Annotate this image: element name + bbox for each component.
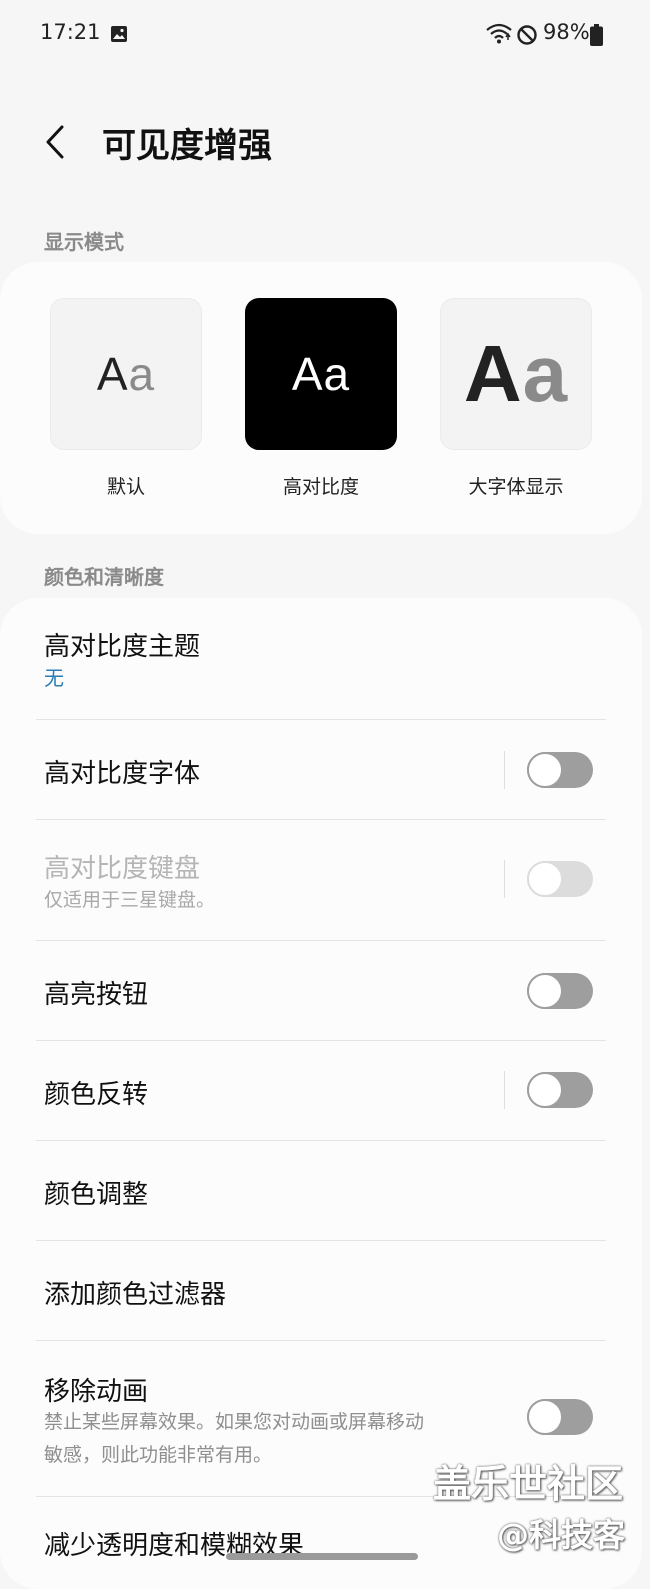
add-color-filter-row[interactable]: 添加颜色过滤器: [0, 1241, 642, 1341]
wifi-icon: [486, 23, 512, 44]
row-subtitle-line1: 禁止某些屏幕效果。如果您对动画或屏幕移动: [44, 1411, 425, 1433]
separator: [504, 751, 505, 789]
toggle-knob: [527, 752, 563, 788]
section-label-color-clarity: 颜色和清晰度: [44, 565, 164, 589]
battery-icon: [590, 24, 603, 46]
row-title: 高对比度字体: [44, 759, 201, 789]
toggle-knob: [527, 1072, 563, 1108]
toggle-knob: [527, 861, 563, 897]
toggle-knob: [527, 1399, 563, 1435]
mode-high-contrast-tile[interactable]: Aa: [245, 298, 397, 450]
watermark-author: @科技客: [497, 1516, 626, 1554]
row-title: 高对比度主题: [44, 632, 201, 662]
highlight-buttons-row[interactable]: 高亮按钮: [0, 941, 642, 1041]
highlight-buttons-toggle[interactable]: [527, 973, 593, 1009]
battery-percentage: 98%: [543, 20, 590, 44]
mode-default-label: 默认: [106, 476, 145, 498]
row-title: 添加颜色过滤器: [44, 1280, 227, 1310]
section-label-display-mode: 显示模式: [44, 230, 124, 254]
high-contrast-keyboard-toggle: [527, 861, 593, 897]
status-bar: 17:21 98%: [0, 0, 650, 70]
large-display-sample-text: Aa: [463, 329, 569, 418]
high-contrast-theme-row[interactable]: 高对比度主题 无: [0, 598, 642, 720]
status-time: 17:21: [40, 20, 101, 44]
high-contrast-sample-text: Aa: [291, 348, 351, 400]
row-title: 高亮按钮: [44, 980, 149, 1010]
mode-large-display-tile[interactable]: Aa: [440, 298, 592, 450]
do-not-disturb-icon: [517, 25, 537, 45]
mode-large-display-label: 大字体显示: [468, 476, 564, 498]
watermark-community: 盖乐世社区: [433, 1462, 624, 1506]
row-subtitle: 仅适用于三星键盘。: [44, 889, 216, 911]
mode-default-tile[interactable]: Aa: [50, 298, 202, 450]
high-contrast-font-toggle[interactable]: [527, 752, 593, 788]
high-contrast-font-row[interactable]: 高对比度字体: [0, 720, 642, 820]
high-contrast-keyboard-row: 高对比度键盘 仅适用于三星键盘。: [0, 820, 642, 941]
mode-high-contrast-label: 高对比度: [282, 476, 359, 498]
color-inversion-toggle[interactable]: [527, 1072, 593, 1108]
toggle-knob: [527, 973, 563, 1009]
default-sample-text: Aa: [96, 348, 156, 400]
color-inversion-row[interactable]: 颜色反转: [0, 1041, 642, 1141]
page-title: 可见度增强: [102, 126, 272, 166]
row-title: 颜色反转: [44, 1080, 149, 1110]
row-title: 颜色调整: [44, 1180, 149, 1210]
color-adjustment-row[interactable]: 颜色调整: [0, 1141, 642, 1241]
row-subtitle-line2: 敏感，则此功能非常有用。: [44, 1444, 273, 1466]
row-title: 高对比度键盘: [44, 854, 201, 884]
chevron-left-icon[interactable]: [40, 122, 72, 162]
navigation-gesture-bar[interactable]: [226, 1553, 418, 1560]
row-title: 移除动画: [44, 1377, 149, 1407]
remove-animations-toggle[interactable]: [527, 1399, 593, 1435]
gallery-icon: [111, 26, 127, 42]
separator: [504, 860, 505, 898]
separator: [504, 1071, 505, 1109]
row-subtitle: 无: [44, 666, 64, 690]
